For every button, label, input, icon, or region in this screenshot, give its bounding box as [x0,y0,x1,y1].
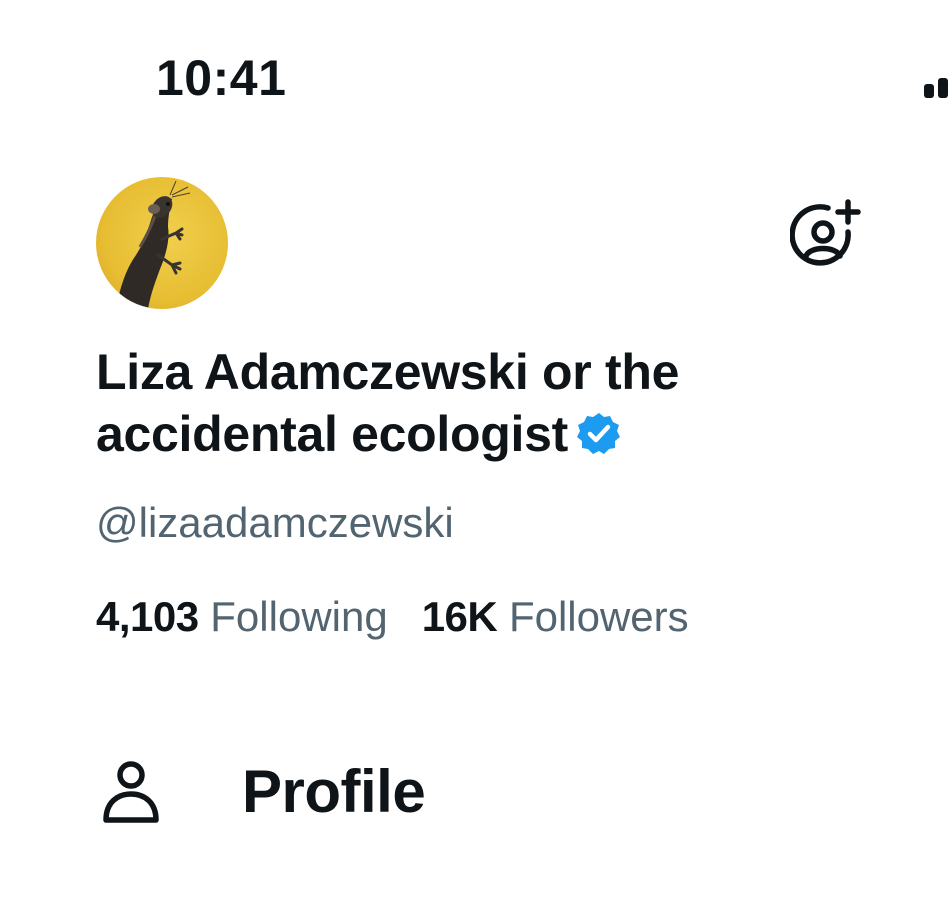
following-link[interactable]: 4,103 Following [96,590,388,644]
rat-illustration-avatar [96,177,228,309]
menu-item-label: Profile [242,758,426,825]
add-account-button[interactable] [789,198,862,270]
following-count: 4,103 [96,593,199,640]
followers-link[interactable]: 16K Followers [422,590,689,644]
followers-count: 16K [421,593,498,640]
avatar[interactable] [96,177,228,309]
signal-strength-icon [924,78,950,98]
profile-handle: @lizaadamczewski [96,499,454,546]
person-icon [103,761,159,823]
verified-badge-icon [576,413,620,454]
followers-label: Followers [508,593,689,640]
profile-stats: 4,103 Following 16K Followers [96,590,689,644]
status-bar-time: 10:41 [156,50,287,106]
menu-item-profile[interactable]: Profile [100,752,600,832]
display-name: Liza Adamczewski or the accidental ecolo… [96,341,796,465]
following-label: Following [210,593,388,640]
add-account-icon [789,199,861,266]
